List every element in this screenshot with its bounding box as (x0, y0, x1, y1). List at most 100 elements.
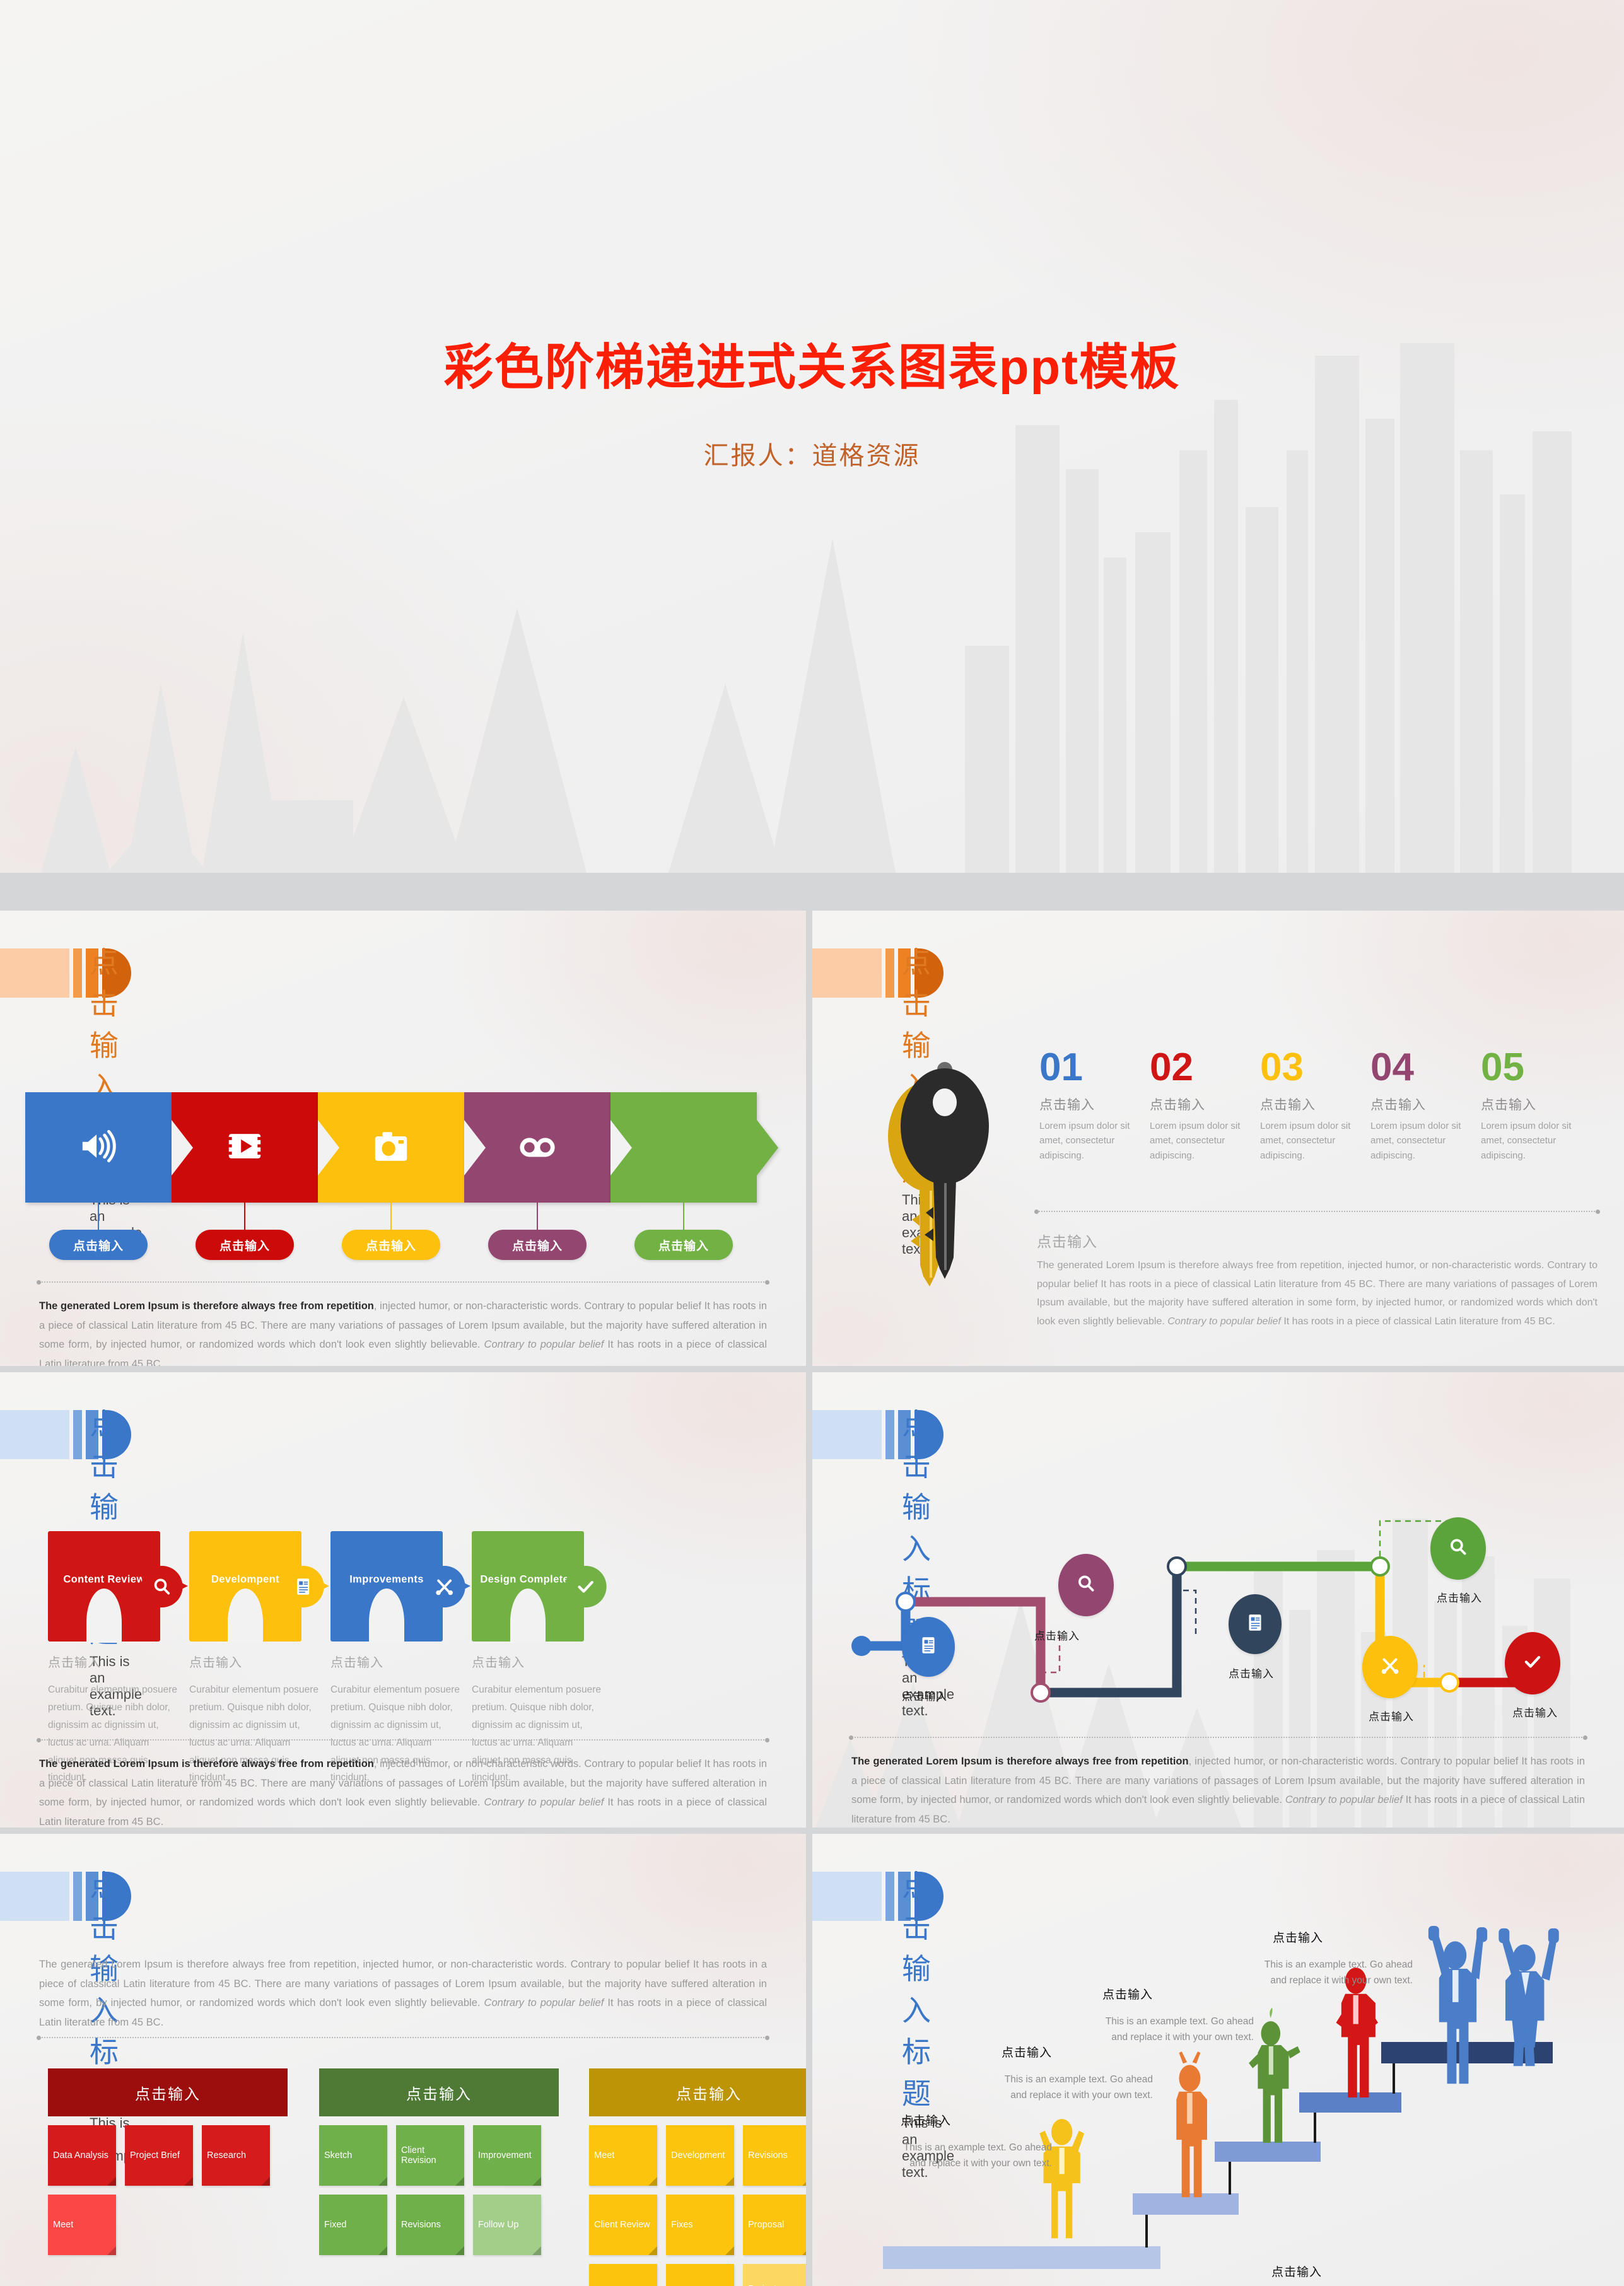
arrow-step-3[interactable] (318, 1092, 486, 1203)
arrow-pill-3[interactable]: 点击输入 (342, 1230, 440, 1260)
arrow-connector-line (683, 1196, 684, 1231)
number-label: 04 (1370, 1046, 1414, 1089)
stairs-bottom-caption: 点击输入 (1271, 2266, 1323, 2279)
arrow-step-5[interactable] (610, 1092, 778, 1203)
table-card[interactable]: Follow Up (473, 2195, 541, 2255)
card-column-header[interactable]: 点击输入 (319, 2068, 559, 2116)
puzzle-arrow-3 (457, 1579, 470, 1593)
table-card[interactable]: Improvement (473, 2125, 541, 2186)
voicemail-icon (518, 1126, 557, 1169)
arrow-pill-2[interactable]: 点击输入 (196, 1230, 294, 1260)
stairs-caption-3: 点击输入 (1102, 1988, 1154, 2002)
card-fold (532, 2177, 541, 2186)
arrow-step-4[interactable] (464, 1092, 632, 1203)
table-card[interactable]: Meet Up (589, 2264, 657, 2286)
card-column-1: 点击输入 Data Analysis Project Brief Research Me… (48, 2068, 288, 2255)
arrow-step-1[interactable] (25, 1092, 193, 1203)
table-card[interactable]: Meet (48, 2195, 116, 2255)
card-fold (378, 2177, 387, 2186)
puzzle-caption-4: 点击输入 (472, 1656, 525, 1670)
video-icon (225, 1126, 264, 1169)
table-card[interactable]: Project Brief (125, 2125, 193, 2186)
intro-divider (37, 2036, 769, 2040)
table-card[interactable]: Meet (589, 2125, 657, 2186)
slide-card-tables: 点击输入标题 This is an example text. The gene… (0, 1834, 806, 2286)
arrow-connector-line (98, 1196, 99, 1231)
intro-paragraph: The generated Lorem Ipsum is therefore a… (39, 1959, 767, 2028)
number-item-04[interactable]: 04 点击输入 Lorem ipsum dolor sit amet, consec… (1370, 1048, 1479, 1163)
camera-icon (371, 1126, 411, 1169)
arrow-step-2[interactable] (172, 1092, 339, 1203)
slide-arrow-chain: 点击输入标题 This is an example text. 点击输入点击输入… (0, 911, 806, 1366)
search-icon (1075, 1573, 1097, 1597)
puzzle-arrow-2 (315, 1579, 329, 1593)
card-column-header[interactable]: 点击输入 (589, 2068, 806, 2116)
table-card[interactable]: Research (202, 2125, 270, 2186)
table-card[interactable]: Development (666, 2125, 734, 2186)
zigzag-node-5[interactable] (1362, 1636, 1418, 1698)
slide-zigzag-path: 点击输入标题 This is an example text. 点击输入点击输入… (812, 1372, 1624, 1828)
arrow-pill-4[interactable]: 点击输入 (488, 1230, 587, 1260)
zigzag-node-1[interactable] (902, 1617, 955, 1677)
zigzag-caption-5: 点击输入 (1369, 1711, 1414, 1723)
table-card[interactable]: Project Launch (743, 2264, 806, 2286)
table-card[interactable]: Data Analysis (48, 2125, 116, 2186)
card-grid: Data Analysis Project Brief Research Meet (48, 2125, 288, 2255)
speaker-icon (79, 1126, 118, 1169)
keys-illustration (875, 1054, 1039, 1310)
card-column-header[interactable]: 点击输入 (48, 2068, 288, 2116)
footer-paragraph: The generated Lorem Ipsum is therefore a… (851, 1756, 1586, 1825)
document-icon (1244, 1612, 1266, 1636)
table-card[interactable]: Fixes (666, 2195, 734, 2255)
puzzle-arrow-1 (174, 1579, 188, 1593)
check-icon[interactable] (564, 1565, 607, 1607)
number-item-05[interactable]: 05 点击输入 Lorem ipsum dolor sit amet, consec… (1481, 1048, 1589, 1163)
number-label: 02 (1150, 1046, 1193, 1089)
card-fold (107, 2246, 116, 2255)
number-item-03[interactable]: 03 点击输入 Lorem ipsum dolor sit amet, consec… (1260, 1048, 1369, 1163)
tools-icon (1379, 1655, 1401, 1679)
number-text: Lorem ipsum dolor sit amet, consectetur … (1150, 1121, 1241, 1161)
title-slide: 彩色阶梯递进式关系图表ppt模板 汇报人：道格资源 (0, 0, 1624, 873)
table-card[interactable]: Client Revision (396, 2125, 464, 2186)
card-fold (648, 2246, 657, 2255)
table-card[interactable]: Sketch (319, 2125, 387, 2186)
table-card[interactable]: Fixed (319, 2195, 387, 2255)
puzzle-piece-2[interactable]: Develompent (189, 1531, 324, 1643)
stairs-caption-4: 点击输入 (1273, 1932, 1324, 1945)
body-paragraph: The generated Lorem Ipsum is therefore a… (1037, 1260, 1598, 1327)
table-card[interactable]: Client Review (589, 2195, 657, 2255)
puzzle-piece-3[interactable]: Improvements (330, 1531, 465, 1643)
number-item-02[interactable]: 02 点击输入 Lorem ipsum dolor sit amet, consec… (1150, 1048, 1258, 1163)
number-label: 05 (1481, 1046, 1524, 1089)
stairs-text-4: This is an example text. Go ahead and re… (1264, 1959, 1413, 1986)
presenter-label: 汇报人：道格资源 (703, 442, 921, 470)
puzzle-piece-1[interactable]: Content Review (48, 1531, 183, 1643)
puzzle-piece-4[interactable]: Design Completed (472, 1531, 607, 1643)
card-fold (648, 2177, 657, 2186)
zigzag-node-6[interactable] (1505, 1632, 1560, 1694)
footer-paragraph: The generated Lorem Ipsum is therefore a… (39, 1300, 767, 1366)
number-item-01[interactable]: 01 点击输入 Lorem ipsum dolor sit amet, consec… (1039, 1048, 1148, 1163)
number-label: 03 (1260, 1046, 1304, 1089)
arrow-pill-5[interactable]: 点击输入 (634, 1230, 733, 1260)
card-column-3: 点击输入 Meet Development Revisions Client Revie… (589, 2068, 806, 2286)
slide-stairs: 点击输入标题 This is an example text. 点击输入 Thi… (812, 1834, 1624, 2286)
zigzag-node-2[interactable] (1058, 1554, 1114, 1616)
card-fold (725, 2246, 734, 2255)
table-card[interactable]: Proposal (743, 2195, 806, 2255)
slide-puzzle-steps: 点击输入标题 This is an example text. Content … (0, 1372, 806, 1828)
slide-deck: 彩色阶梯递进式关系图表ppt模板 汇报人：道格资源 点击输入标题 This is… (0, 0, 1624, 2286)
table-card[interactable]: Revisions (396, 2195, 464, 2255)
zigzag-node-4[interactable] (1430, 1517, 1486, 1580)
arrow-notch (318, 1119, 339, 1175)
card-fold (725, 2177, 734, 2186)
slide-body-divider (1034, 1210, 1600, 1214)
table-card[interactable]: Brief (666, 2264, 734, 2286)
stairs-caption-1: 点击输入 (901, 2114, 952, 2128)
arrow-pill-1[interactable]: 点击输入 (49, 1230, 148, 1260)
card-fold (802, 2177, 806, 2186)
zigzag-node-3[interactable] (1229, 1594, 1282, 1654)
table-card[interactable]: Revisions (743, 2125, 806, 2186)
arrow-notch (610, 1119, 632, 1175)
